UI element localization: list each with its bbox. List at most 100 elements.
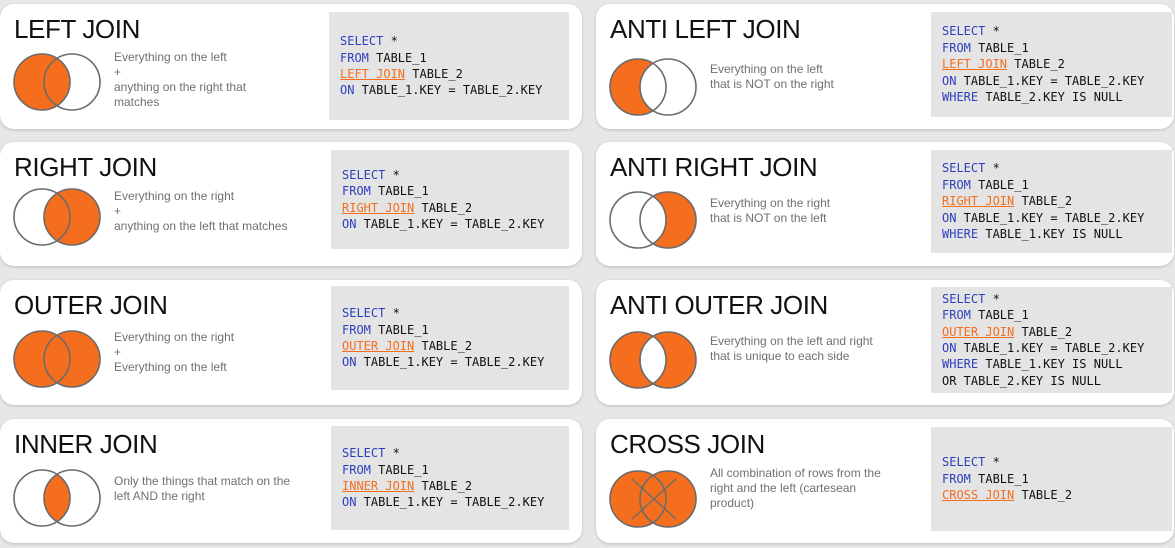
sql-keyword: FROM [340,50,369,65]
sql-line: WHERE TABLE_1.KEY IS NULL [942,226,1172,242]
join-description: Everything on the left + anything on the… [114,50,247,109]
sql-text: TABLE_1 [970,471,1029,486]
sql-text: TABLE_1 [970,308,1029,323]
sql-text: TABLE_2 [414,200,473,215]
venn-diagram [608,57,698,117]
sql-keyword: SELECT [942,161,986,176]
sql-text: TABLE_2 [1007,57,1065,72]
sql-keyword: WHERE [942,227,979,242]
sql-text: * [985,455,1000,470]
sql-text: * [985,24,1000,39]
sql-text: TABLE_1 [370,462,429,477]
join-title: OUTER JOIN [14,290,168,320]
sql-code-block: SELECT * FROM TABLE_1 OUTER JOIN TABLE_2 ON… [331,286,569,390]
sql-code-block: SELECT * FROM TABLE_1 INNER JOIN TABLE_2 ON… [331,426,569,530]
sql-keyword: ON [942,210,957,225]
sql-text: TABLE_1.KEY = TABLE_2.KEY [956,210,1145,225]
join-title: LEFT JOIN [14,14,140,44]
sql-line: ON TABLE_1.KEY = TABLE_2.KEY [342,354,569,370]
venn-diagram [12,187,102,247]
sql-line: WHERE TABLE_2.KEY IS NULL [942,89,1172,105]
sql-join-keyword: INNER JOIN [342,479,415,493]
sql-line: LEFT JOIN TABLE_2 [942,56,1172,72]
join-description: Everything on the left and right that is… [710,334,873,363]
sql-code-block: SELECT * FROM TABLE_1 OUTER JOIN TABLE_2 ON… [931,287,1172,393]
sql-keyword: SELECT [342,167,386,182]
sql-join-keyword: RIGHT JOIN [942,194,1015,209]
sql-text: TABLE_2 [1014,194,1073,209]
sql-line: FROM TABLE_1 [942,307,1172,323]
join-description: Only the things that match on the left A… [114,474,291,503]
sql-text: * [385,306,400,321]
venn-diagram [608,190,698,250]
sql-line: CROSS JOIN TABLE_2 [942,487,1172,503]
sql-text: * [985,291,1000,306]
sql-line: SELECT * [942,454,1172,470]
sql-keyword: FROM [342,184,371,199]
join-title: ANTI LEFT JOIN [610,14,801,44]
sql-code-block: SELECT * FROM TABLE_1 LEFT JOIN TABLE_2 ON … [931,12,1172,117]
sql-text: * [383,34,398,49]
join-title: ANTI OUTER JOIN [610,290,828,320]
sql-text: TABLE_2 [414,339,473,353]
sql-text: TABLE_2 [414,479,473,493]
sql-line: FROM TABLE_1 [942,177,1172,193]
sql-text: TABLE_1.KEY = TABLE_2.KEY [956,73,1145,88]
venn-cross-icon [609,470,697,528]
sql-join-keyword: LEFT JOIN [942,57,1008,72]
venn-diagram [608,330,698,390]
join-description: All combination of rows from the right a… [710,466,881,510]
sql-line: ON TABLE_1.KEY = TABLE_2.KEY [342,216,569,232]
sql-keyword: FROM [942,177,971,192]
sql-line: SELECT * [340,33,569,49]
sql-code-block: SELECT * FROM TABLE_1 RIGHT JOIN TABLE_2 ON… [331,150,569,249]
join-description: Everything on the right that is NOT on t… [710,196,831,225]
sql-text: TABLE_1 [970,40,1029,55]
sql-line: FROM TABLE_1 [342,322,569,338]
sql-line: SELECT * [942,23,1172,39]
join-title: CROSS JOIN [610,429,765,459]
sql-keyword: SELECT [942,291,986,306]
sql-text: TABLE_1.KEY = TABLE_2.KEY [356,216,545,231]
sql-text: TABLE_1 [970,177,1029,192]
sql-line: FROM TABLE_1 [340,50,569,66]
sql-text: * [985,161,1000,176]
sql-line: SELECT * [342,167,569,183]
sql-text: TABLE_1.KEY = TABLE_2.KEY [956,341,1145,355]
sql-text: TABLE_2.KEY IS NULL [978,90,1123,105]
sql-line: SELECT * [942,160,1172,176]
sql-text: TABLE_1 [370,184,429,199]
sql-line: SELECT * [342,305,569,321]
sql-text: OR TABLE_2.KEY IS NULL [942,373,1101,388]
sql-keyword: ON [342,495,357,510]
sql-keyword: FROM [342,462,371,477]
sql-join-keyword: LEFT JOIN [340,67,406,81]
sql-line: ON TABLE_1.KEY = TABLE_2.KEY [942,340,1172,356]
sql-code-block: SELECT * FROM TABLE_1 RIGHT JOIN TABLE_2 ON… [931,150,1172,253]
sql-text: TABLE_1 [368,50,427,65]
sql-text: TABLE_1.KEY IS NULL [978,227,1123,242]
venn-anti-left-icon [609,58,697,116]
sql-keyword: WHERE [942,357,979,372]
sql-line: OUTER JOIN TABLE_2 [342,338,569,354]
sql-line: ON TABLE_1.KEY = TABLE_2.KEY [942,73,1172,89]
sql-text: TABLE_1 [370,322,429,337]
sql-line: SELECT * [942,291,1172,307]
sql-keyword: FROM [342,322,371,337]
sql-line: ON TABLE_1.KEY = TABLE_2.KEY [342,494,569,510]
sql-line: FROM TABLE_1 [942,471,1172,487]
sql-keyword: SELECT [342,306,386,321]
sql-text: TABLE_1.KEY IS NULL [978,357,1123,372]
venn-outer-icon [13,330,101,388]
sql-keyword: SELECT [942,455,986,470]
sql-line: OUTER JOIN TABLE_2 [942,324,1172,340]
join-description: Everything on the left that is NOT on th… [710,62,834,91]
sql-line: LEFT JOIN TABLE_2 [340,66,569,82]
sql-line: WHERE TABLE_1.KEY IS NULL [942,356,1172,372]
join-description: Everything on the right + Everything on … [114,330,235,374]
sql-keyword: FROM [942,471,971,486]
sql-keyword: SELECT [942,24,986,39]
sql-keyword: FROM [942,40,971,55]
sql-join-keyword: OUTER JOIN [342,339,415,353]
sql-text: TABLE_2 [405,67,463,81]
